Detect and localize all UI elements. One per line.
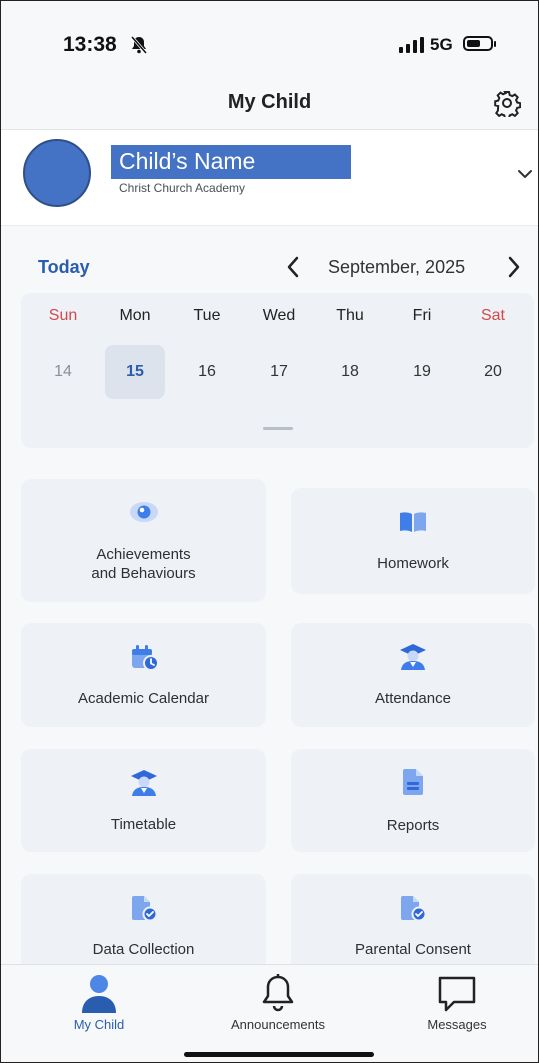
tile-label: Attendance [375, 690, 451, 707]
tile-parental-consent[interactable]: Parental Consent [291, 874, 535, 974]
graduate-icon [21, 769, 266, 797]
current-month: September, 2025 [328, 257, 466, 277]
app-frame: 13:38 5G My Child Child’s Name Christ Ch… [0, 0, 539, 1063]
tile-label: Timetable [110, 816, 177, 833]
child-name-box: Child’s Name [111, 145, 351, 179]
chevron-right-icon[interactable] [506, 255, 522, 284]
child-avatar [23, 139, 91, 207]
chevron-left-icon[interactable] [285, 255, 301, 284]
date-18[interactable]: 18 [320, 345, 380, 399]
tab-announcements[interactable]: Announcements [213, 971, 343, 1032]
tile-label-line2: and Behaviours [91, 565, 196, 582]
tile-label: Homework [377, 555, 449, 572]
tab-label: Messages [427, 1017, 487, 1032]
tile-academic-calendar[interactable]: Academic Calendar [21, 623, 266, 727]
tab-label: Announcements [231, 1017, 325, 1032]
battery-icon [463, 36, 496, 51]
tile-label: Academic Calendar [78, 690, 209, 707]
date-17[interactable]: 17 [249, 345, 309, 399]
day-name-sun: Sun [48, 307, 78, 324]
date-19[interactable]: 19 [392, 345, 452, 399]
day-name-fri: Fri [412, 307, 432, 324]
date-15-selected[interactable]: 15 [105, 345, 165, 399]
tab-label: My Child [73, 1017, 125, 1032]
silent-mode-icon [129, 35, 149, 60]
tile-achievements-behaviours[interactable]: Achievements and Behaviours [21, 479, 266, 602]
tile-timetable[interactable]: Timetable [21, 749, 266, 852]
day-name-wed: Wed [262, 307, 296, 324]
day-name-tue: Tue [193, 307, 221, 324]
document-icon [291, 767, 535, 797]
book-icon [291, 510, 535, 534]
expand-handle[interactable] [263, 427, 293, 430]
date-16[interactable]: 16 [177, 345, 237, 399]
tile-label: Data Collection [92, 941, 195, 958]
home-indicator [184, 1052, 374, 1057]
child-name: Child’s Name [119, 148, 256, 174]
signal-icon [399, 37, 425, 58]
tile-reports[interactable]: Reports [291, 749, 535, 852]
tab-messages[interactable]: Messages [392, 971, 522, 1032]
message-icon [392, 971, 522, 1013]
status-bar: 13:38 5G [1, 1, 538, 89]
settings-gear-icon[interactable] [493, 89, 522, 122]
tile-attendance[interactable]: Attendance [291, 623, 535, 727]
day-name-thu: Thu [336, 307, 364, 324]
date-20[interactable]: 20 [463, 345, 523, 399]
bell-icon [213, 971, 343, 1013]
tile-label: Reports [386, 817, 440, 834]
network-type: 5G [430, 35, 453, 54]
chevron-down-icon[interactable] [517, 166, 533, 184]
child-profile-selector[interactable]: Child’s Name Christ Church Academy [1, 130, 538, 226]
person-icon [34, 971, 164, 1013]
bottom-tab-bar: My Child Announcements Messages [1, 964, 538, 1062]
nav-header: My Child [1, 79, 538, 130]
tile-data-collection[interactable]: Data Collection [21, 874, 266, 974]
tile-label: Achievements [96, 546, 191, 563]
calendar-navigation: Today September, 2025 [1, 251, 538, 285]
tab-my-child[interactable]: My Child [34, 971, 164, 1032]
today-button[interactable]: Today [38, 257, 90, 278]
day-name-mon: Mon [119, 307, 151, 324]
tile-homework[interactable]: Homework [291, 488, 535, 594]
week-strip: Sun Mon Tue Wed Thu Fri Sat 14 15 16 17 … [21, 293, 534, 448]
graduate-icon [291, 643, 535, 671]
page-title: My Child [227, 91, 312, 113]
status-time: 13:38 [63, 33, 117, 56]
document-check-icon [21, 894, 266, 922]
tile-label: Parental Consent [355, 941, 471, 958]
document-check-icon [291, 894, 535, 922]
calendar-clock-icon [21, 643, 266, 671]
date-14[interactable]: 14 [33, 345, 93, 399]
school-name: Christ Church Academy [119, 181, 246, 195]
eye-icon [21, 501, 266, 523]
day-name-sat: Sat [480, 307, 505, 324]
